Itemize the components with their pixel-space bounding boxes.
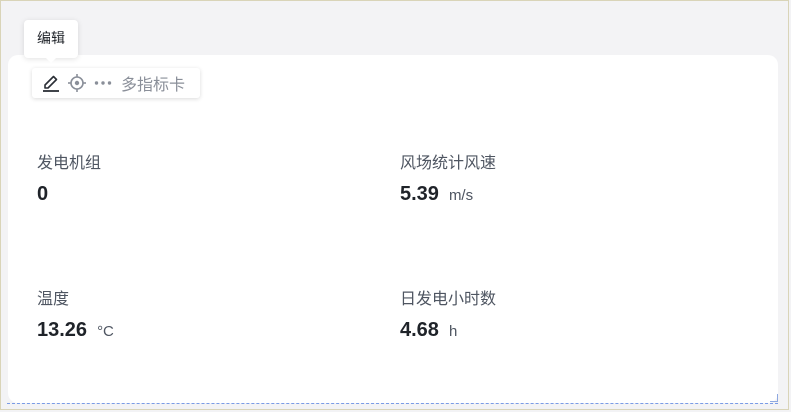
metric-label: 发电机组	[37, 153, 102, 172]
card-title: 多指标卡	[121, 75, 186, 94]
more-icon[interactable]	[93, 73, 113, 93]
multi-metric-card[interactable]: 发电机组 0 风场统计风速 5.39 m/s 温度 13.26 °C 日发电小时…	[8, 55, 778, 403]
metric-unit: °C	[97, 323, 114, 340]
metric-daily-generation-hours: 日发电小时数 4.68 h	[400, 289, 496, 342]
selection-outline	[7, 403, 778, 404]
metric-unit: h	[448, 323, 458, 340]
metric-unit: m/s	[448, 187, 474, 204]
metric-value: 0	[37, 183, 49, 205]
metric-label: 风场统计风速	[400, 153, 497, 172]
metric-temperature: 温度 13.26 °C	[37, 289, 114, 342]
metric-value: 5.39	[400, 183, 439, 205]
locate-icon[interactable]	[67, 73, 87, 93]
metric-label: 温度	[37, 289, 70, 308]
edit-icon[interactable]	[41, 73, 61, 93]
metric-value: 4.68	[400, 319, 439, 341]
metric-value: 13.26	[37, 319, 88, 341]
edit-tooltip: 编辑	[24, 20, 78, 58]
resize-handle[interactable]	[770, 394, 778, 402]
metric-wind-speed: 风场统计风速 5.39 m/s	[400, 153, 496, 206]
tooltip-arrow	[45, 57, 57, 63]
metric-label: 日发电小时数	[400, 289, 497, 308]
metric-generator-units: 发电机组 0	[37, 153, 101, 206]
card-toolbar: 多指标卡	[32, 68, 200, 98]
